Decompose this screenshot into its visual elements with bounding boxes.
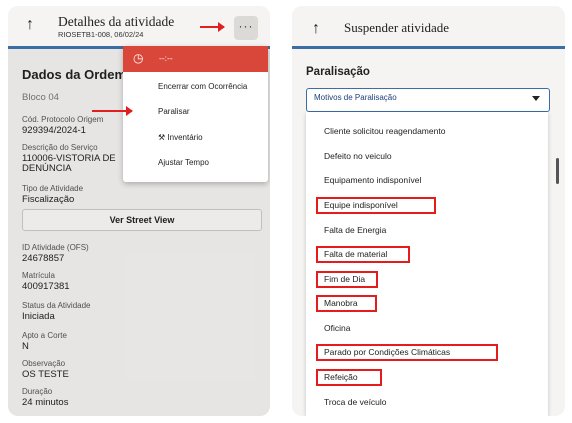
reason-options-list: Cliente solicitou reagendamento Defeito … bbox=[306, 112, 548, 416]
highlight-box bbox=[316, 344, 498, 361]
section-title: Paralisação bbox=[306, 66, 370, 78]
menu-timer-item[interactable]: ◷ --:-- bbox=[123, 46, 268, 72]
option-item[interactable]: Equipamento indisponível bbox=[324, 175, 421, 185]
header-accent-line bbox=[292, 46, 565, 49]
menu-item-paralisar[interactable]: Paralisar bbox=[158, 107, 190, 116]
highlight-box bbox=[316, 197, 436, 214]
reason-select[interactable]: Motivos de Paralisação bbox=[306, 88, 550, 112]
page-title: Suspender atividade bbox=[344, 20, 450, 35]
option-item[interactable]: Cliente solicitou reagendamento bbox=[324, 126, 445, 136]
menu-item-ajustar-tempo[interactable]: Ajustar Tempo bbox=[158, 158, 209, 167]
timer-label: --:-- bbox=[159, 53, 173, 63]
back-arrow-icon[interactable]: ↑ bbox=[312, 20, 320, 38]
menu-item-label: Inventário bbox=[167, 133, 203, 142]
highlight-box bbox=[316, 271, 378, 288]
page-subtitle: RIOSETB1-008, 06/02/24 bbox=[58, 30, 144, 39]
actions-menu: ◷ --:-- Encerrar com Ocorrência Paralisa… bbox=[123, 46, 268, 182]
option-item[interactable]: Oficina bbox=[324, 323, 350, 333]
activity-details-panel: ↑ Detalhes da atividade RIOSETB1-008, 06… bbox=[8, 6, 270, 416]
tools-icon: ⚒ bbox=[158, 133, 166, 142]
menu-item-encerrar[interactable]: Encerrar com Ocorrência bbox=[158, 82, 247, 91]
scrollbar[interactable] bbox=[556, 158, 559, 184]
suspend-activity-panel: ↑ Suspender atividade Paralisação Motivo… bbox=[292, 6, 565, 416]
more-options-button[interactable]: ··· bbox=[234, 16, 258, 40]
select-label: Motivos de Paralisação bbox=[314, 93, 397, 102]
annotation-arrow bbox=[92, 106, 133, 116]
option-item[interactable]: Troca de veículo bbox=[324, 397, 387, 407]
option-item[interactable]: Defeito no veiculo bbox=[324, 151, 392, 161]
chevron-down-icon bbox=[532, 96, 540, 101]
back-arrow-icon[interactable]: ↑ bbox=[26, 16, 34, 34]
header-bar: ↑ Detalhes da atividade RIOSETB1-008, 06… bbox=[8, 6, 270, 46]
highlight-box bbox=[316, 369, 382, 386]
page-title: Detalhes da atividade bbox=[58, 14, 175, 29]
highlight-box bbox=[316, 246, 410, 263]
menu-item-inventario[interactable]: ⚒ Inventário bbox=[158, 133, 203, 142]
annotation-arrow bbox=[200, 22, 225, 32]
clock-reset-icon: ◷ bbox=[133, 51, 144, 65]
highlight-box bbox=[316, 295, 377, 312]
header-bar: ↑ Suspender atividade bbox=[292, 6, 565, 46]
option-item[interactable]: Falta de Energia bbox=[324, 225, 386, 235]
